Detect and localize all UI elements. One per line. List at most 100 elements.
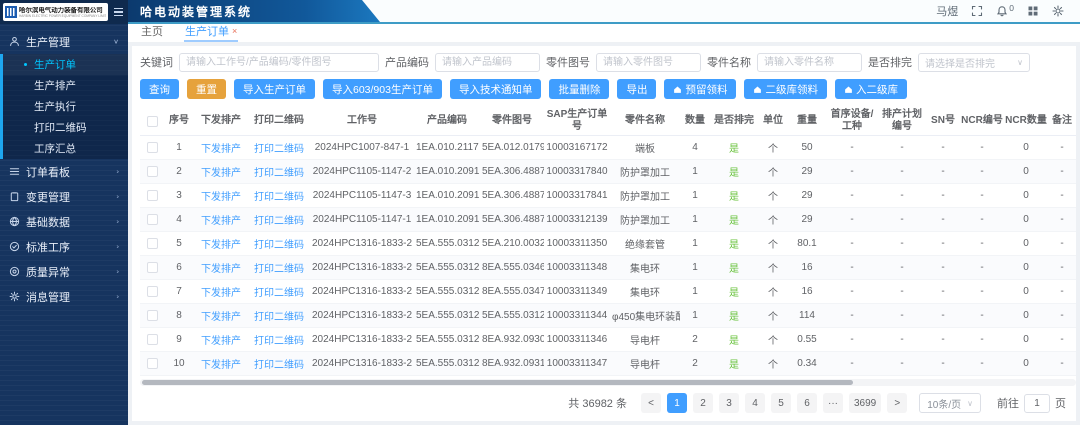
page-ellipsis[interactable]: ··· <box>823 393 843 413</box>
sidebar-group-basic-data[interactable]: 基础数据› <box>0 209 128 234</box>
sidebar-group-order-board[interactable]: 订单看板› <box>0 159 128 184</box>
query-button[interactable]: 查询 <box>140 79 179 99</box>
page-button-1[interactable]: 1 <box>667 393 687 413</box>
part-name-filter-input[interactable] <box>757 53 862 72</box>
select-all-checkbox[interactable] <box>147 116 158 127</box>
page-size-select[interactable]: 10条/页∨ <box>919 393 981 413</box>
pagination-total: 共 36982 条 <box>568 395 627 411</box>
page-button-2[interactable]: 2 <box>693 393 713 413</box>
import-production-order-button[interactable]: 导入生产订单 <box>234 79 315 99</box>
board-list-icon <box>9 166 20 177</box>
row-checkbox[interactable] <box>147 334 158 345</box>
row-checkbox[interactable] <box>147 286 158 297</box>
part-drawing-no-filter-input[interactable] <box>596 53 701 72</box>
page-button-5[interactable]: 5 <box>771 393 791 413</box>
sidebar-group-change-management[interactable]: 变更管理› <box>0 184 128 209</box>
cell-plan_no: - <box>878 136 926 160</box>
close-tab-icon[interactable]: × <box>232 27 237 36</box>
table-row: 5下发排产打印二维码2024HPC1316-1833-25EA.555.0312… <box>140 232 1076 256</box>
print-qrcode-link[interactable]: 打印二维码 <box>254 240 304 251</box>
goto-unit: 页 <box>1055 395 1066 411</box>
settings-gear-icon[interactable] <box>1052 5 1064 17</box>
cell-print: 打印二维码 <box>248 352 310 376</box>
issue-production-link[interactable]: 下发排产 <box>201 288 241 299</box>
row-checkbox[interactable] <box>147 358 158 369</box>
notification-bell-icon[interactable]: 0 <box>996 5 1014 17</box>
page-button-3699[interactable]: 3699 <box>849 393 881 413</box>
import-603-903-order-button[interactable]: 导入603/903生产订单 <box>323 79 442 99</box>
table-row: 2下发排产打印二维码2024HPC1105-1147-21EA.010.2091… <box>140 160 1076 184</box>
keyword-filter-input[interactable] <box>179 53 379 72</box>
sidebar-item-production-order[interactable]: 生产订单 <box>3 54 128 75</box>
batch-delete-button[interactable]: 批量删除 <box>549 79 609 99</box>
sidebar-item-production-scheduling[interactable]: 生产排产 <box>3 75 128 96</box>
row-checkbox[interactable] <box>147 166 158 177</box>
print-qrcode-link[interactable]: 打印二维码 <box>254 264 304 275</box>
issue-production-link[interactable]: 下发排产 <box>201 168 241 179</box>
cell-ncr_qty: 0 <box>1004 352 1048 376</box>
cell-check <box>140 208 164 232</box>
sidebar-group-label: 消息管理 <box>26 289 70 305</box>
reserved-material-button[interactable]: 预留领料 <box>664 79 736 99</box>
page-button-3[interactable]: 3 <box>719 393 739 413</box>
cell-check <box>140 328 164 352</box>
prev-page-button[interactable]: < <box>641 393 661 413</box>
button-label: 二级库领料 <box>765 82 818 97</box>
cell-first_equipment: - <box>826 280 878 304</box>
cell-sap_no: 10003311349 <box>544 280 610 304</box>
print-qrcode-link[interactable]: 打印二维码 <box>254 216 304 227</box>
issue-production-link[interactable]: 下发排产 <box>201 312 241 323</box>
sidebar-group-quality-exception[interactable]: 质量异常› <box>0 259 128 284</box>
import-technical-notice-button[interactable]: 导入技术通知单 <box>450 79 542 99</box>
export-button[interactable]: 导出 <box>617 79 656 99</box>
sidebar-group-message-management[interactable]: 消息管理› <box>0 284 128 309</box>
cell-part_no: 8EA.932.0930 <box>480 328 544 352</box>
row-checkbox[interactable] <box>147 310 158 321</box>
print-qrcode-link[interactable]: 打印二维码 <box>254 360 304 371</box>
sidebar-group-standard-process[interactable]: 标准工序› <box>0 234 128 259</box>
sidebar-item-production-execution[interactable]: 生产执行 <box>3 96 128 117</box>
sidebar-group-production-management[interactable]: 生产管理∨ <box>0 29 128 54</box>
apps-grid-icon[interactable] <box>1027 5 1039 17</box>
scrollbar-thumb[interactable] <box>142 380 853 385</box>
issue-production-link[interactable]: 下发排产 <box>201 240 241 251</box>
page-button-6[interactable]: 6 <box>797 393 817 413</box>
scheduled-filter-select[interactable]: 请选择是否排完∨ <box>918 53 1030 72</box>
secondary-warehouse-material-button[interactable]: 二级库领料 <box>744 79 827 99</box>
row-checkbox[interactable] <box>147 238 158 249</box>
into-secondary-warehouse-button[interactable]: 入二级库 <box>835 79 907 99</box>
hamburger-icon[interactable] <box>112 6 125 19</box>
sidebar-item-process-summary[interactable]: 工序汇总 <box>3 138 128 159</box>
print-qrcode-link[interactable]: 打印二维码 <box>254 312 304 323</box>
print-qrcode-link[interactable]: 打印二维码 <box>254 288 304 299</box>
sidebar-item-print-qrcode[interactable]: 打印二维码 <box>3 117 128 138</box>
reset-button[interactable]: 重置 <box>187 79 226 99</box>
cell-product_code: 1EA.010.2091 <box>414 208 480 232</box>
row-checkbox[interactable] <box>147 262 158 273</box>
print-qrcode-link[interactable]: 打印二维码 <box>254 144 304 155</box>
cell-ncr_no: - <box>960 280 1004 304</box>
row-checkbox[interactable] <box>147 190 158 201</box>
issue-production-link[interactable]: 下发排产 <box>201 264 241 275</box>
next-page-button[interactable]: > <box>887 393 907 413</box>
print-qrcode-link[interactable]: 打印二维码 <box>254 168 304 179</box>
horizontal-scrollbar[interactable] <box>140 379 1076 386</box>
product-code-filter-input[interactable] <box>435 53 540 72</box>
cell-part_no: 5EA.306.4887 <box>480 160 544 184</box>
print-qrcode-link[interactable]: 打印二维码 <box>254 192 304 203</box>
issue-production-link[interactable]: 下发排产 <box>201 216 241 227</box>
cell-sap_no: 10003167172 <box>544 136 610 160</box>
issue-production-link[interactable]: 下发排产 <box>201 360 241 371</box>
issue-production-link[interactable]: 下发排产 <box>201 192 241 203</box>
issue-production-link[interactable]: 下发排产 <box>201 144 241 155</box>
tab-home[interactable]: 主页 <box>140 23 164 42</box>
tab-production-order[interactable]: 生产订单× <box>184 23 238 42</box>
issue-production-link[interactable]: 下发排产 <box>201 336 241 347</box>
username[interactable]: 马煜 <box>936 3 958 19</box>
print-qrcode-link[interactable]: 打印二维码 <box>254 336 304 347</box>
goto-page-input[interactable] <box>1024 394 1050 413</box>
page-button-4[interactable]: 4 <box>745 393 765 413</box>
fullscreen-icon[interactable] <box>971 5 983 17</box>
row-checkbox[interactable] <box>147 214 158 225</box>
row-checkbox[interactable] <box>147 142 158 153</box>
